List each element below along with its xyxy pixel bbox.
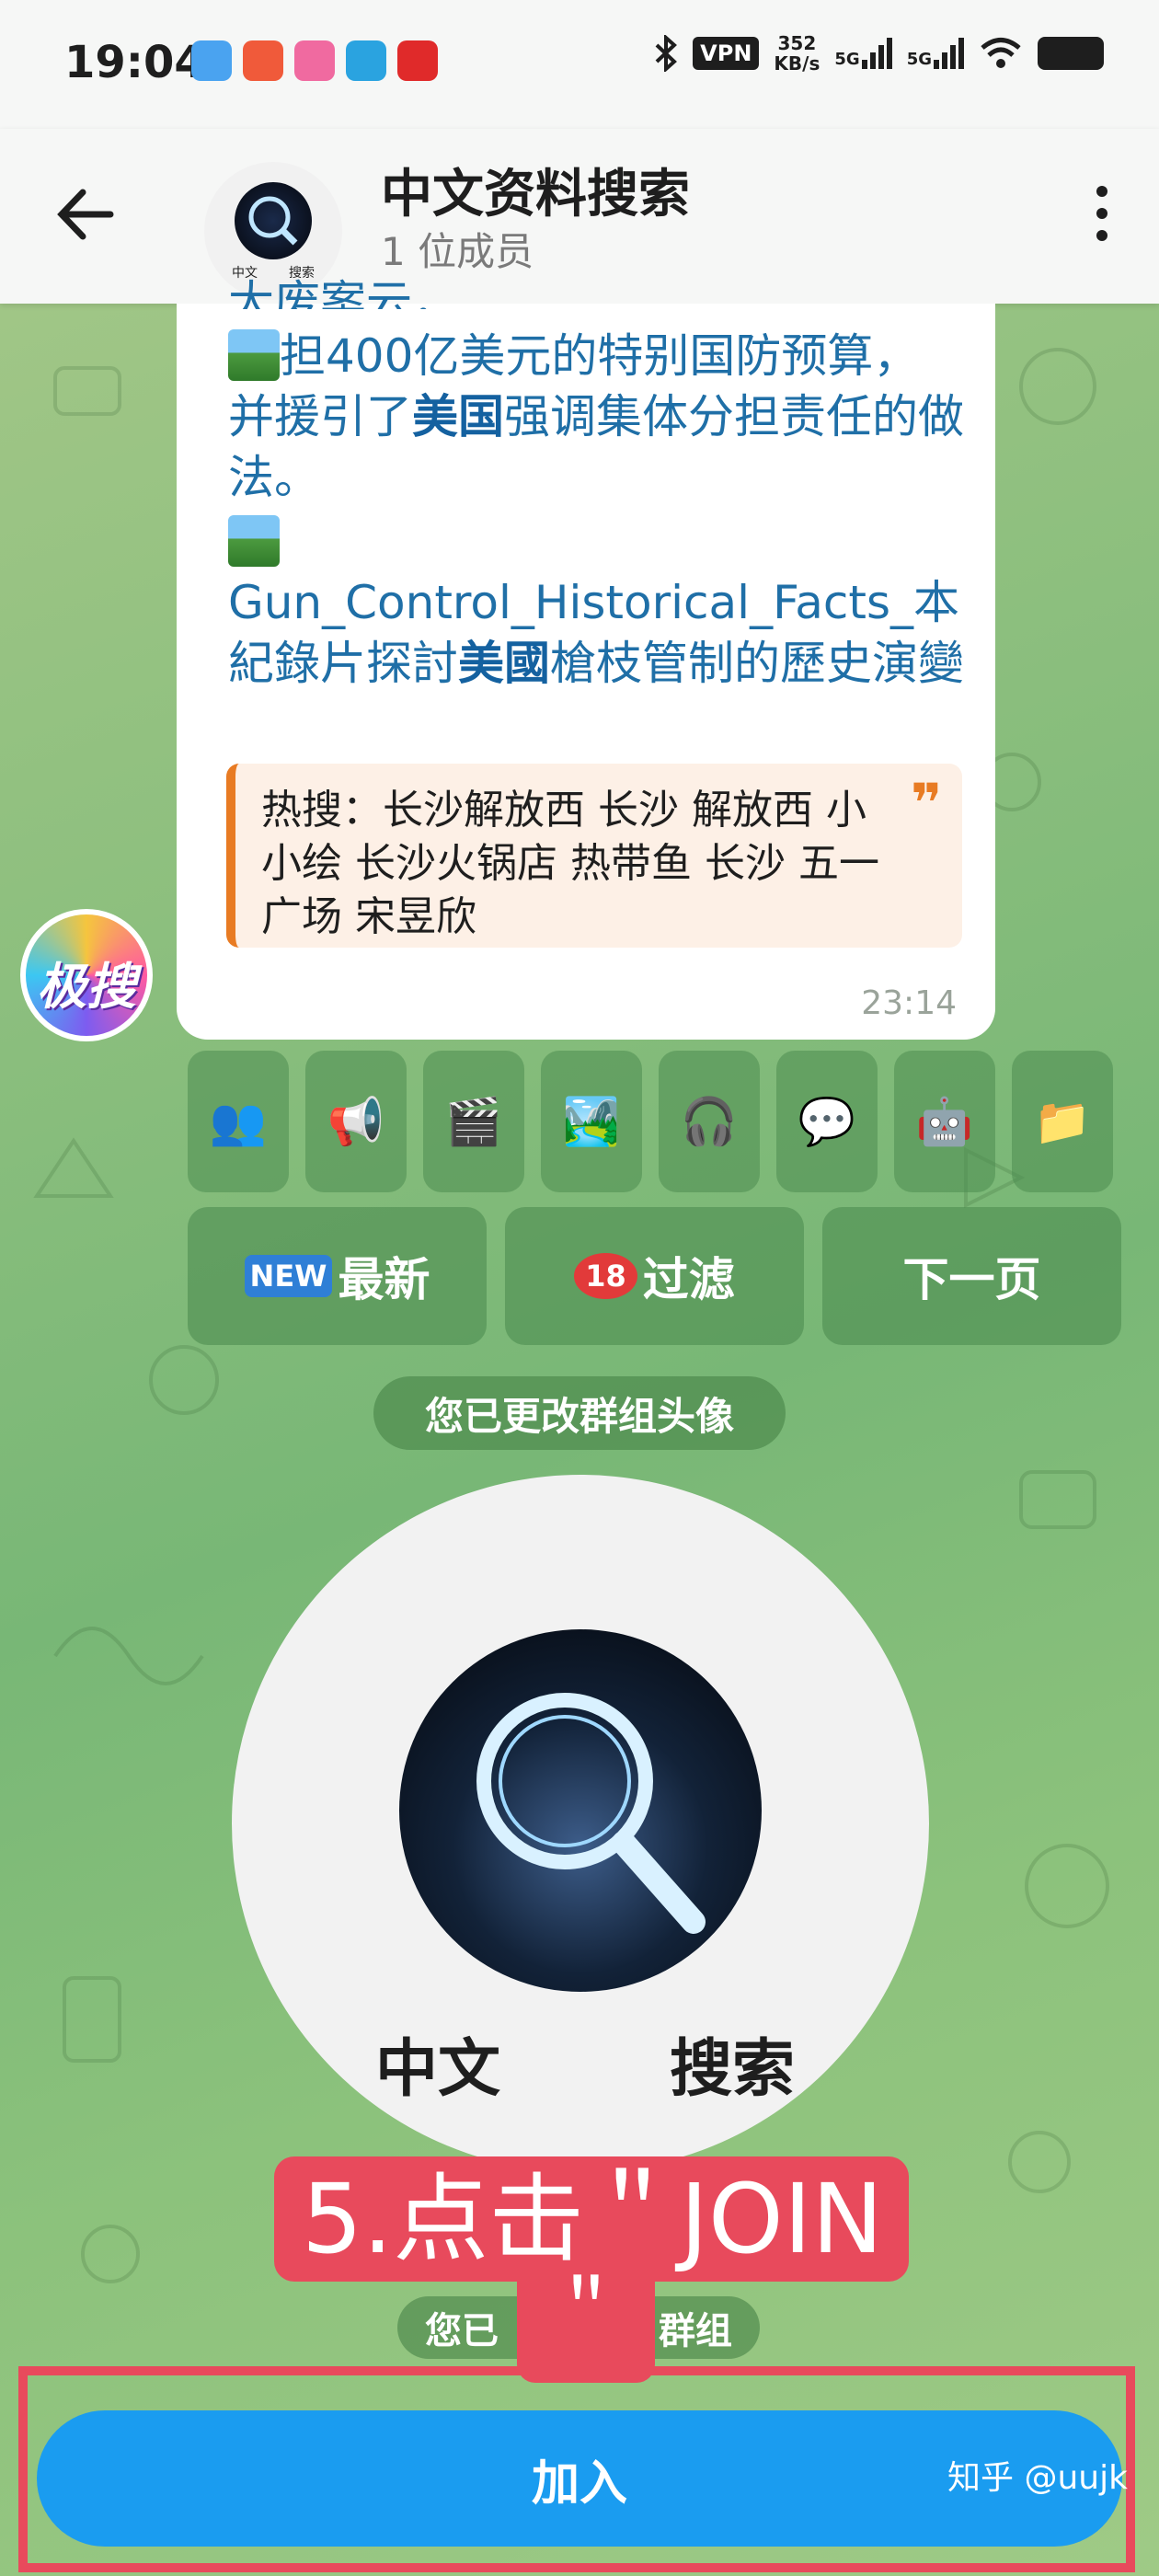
clipped-line: 大废案云， — [228, 276, 458, 309]
image-thumb-icon — [228, 329, 280, 381]
wifi-icon — [981, 38, 1021, 68]
more-menu-icon[interactable] — [1096, 186, 1107, 241]
chat-title[interactable]: 中文资料搜索 — [381, 153, 690, 227]
picture-icon[interactable]: 🏞️ — [541, 1051, 642, 1192]
folder-icon[interactable]: 📁 — [1012, 1051, 1113, 1192]
app-icon — [243, 40, 283, 81]
bilibili-icon — [294, 40, 335, 81]
system-indicators: VPN 352 KB/s 5G 5G — [654, 33, 1104, 74]
magnifier-icon — [399, 1629, 762, 1992]
inline-keyboard-row-2: NEW 最新 18 过滤 下一页 — [188, 1207, 1121, 1345]
latest-button[interactable]: NEW 最新 — [188, 1207, 487, 1345]
chat-bubble-icon[interactable]: 💬 — [776, 1051, 878, 1192]
result-link-2[interactable]: Gun_Control_Historical_Facts_本紀錄片探討美國槍枝管… — [228, 512, 964, 694]
bot-avatar[interactable]: 极搜 — [20, 909, 153, 1041]
quote-block: 热搜：长沙解放西 长沙 解放西 小小绘 长沙火锅店 热带鱼 长沙 五一广场 宋昱… — [226, 764, 962, 948]
users-icon[interactable]: 👥 — [188, 1051, 289, 1192]
result-link-1[interactable]: 担400亿美元的特别国防预算，并援引了美国强调集体分担责任的做法。 — [228, 326, 964, 508]
signal-1: 5G — [834, 38, 892, 69]
filter-button[interactable]: 18 过滤 — [505, 1207, 804, 1345]
magnifier-icon — [235, 182, 312, 259]
battery-icon — [1038, 37, 1104, 70]
app-icon — [397, 40, 438, 81]
megaphone-icon[interactable]: 📢 — [305, 1051, 407, 1192]
message-time: 23:14 — [861, 984, 957, 1022]
avatar-caption-right: 搜索 — [670, 2033, 796, 2106]
next-page-button[interactable]: 下一页 — [822, 1207, 1121, 1345]
new-group-avatar[interactable]: 中文 搜索 — [232, 1475, 929, 2172]
inline-keyboard-row-1: 👥 📢 🎬 🏞️ 🎧 💬 🤖 📁 — [188, 1051, 1113, 1192]
clapper-icon[interactable]: 🎬 — [423, 1051, 524, 1192]
no-under-18-icon: 18 — [574, 1253, 637, 1299]
member-count: 1 位成员 — [381, 229, 534, 274]
vpn-badge: VPN — [693, 37, 760, 70]
new-badge-icon: NEW — [244, 1255, 333, 1297]
signal-2: 5G — [907, 38, 964, 69]
image-thumb-icon — [228, 515, 280, 567]
avatar-caption-left: 中文 — [375, 2033, 501, 2106]
message-bubble: 大废案云， 担400亿美元的特别国防预算，并援引了美国强调集体分担责任的做法。 … — [177, 276, 995, 1040]
back-arrow-icon[interactable] — [57, 188, 114, 241]
signal-bars-icon — [861, 38, 892, 69]
status-time: 19:04 — [64, 37, 205, 88]
signal-bars-icon — [934, 38, 964, 69]
bluetooth-icon — [655, 35, 678, 72]
robot-icon[interactable]: 🤖 — [894, 1051, 995, 1192]
quote-icon: ❞ — [910, 772, 942, 834]
watermark: 知乎 @uujk — [947, 2459, 1128, 2497]
service-message-avatar-changed: 您已更改群组头像 — [373, 1376, 786, 1450]
headphones-icon[interactable]: 🎧 — [659, 1051, 760, 1192]
status-bar: 19:04 VPN 352 KB/s 5G 5G — [0, 0, 1159, 129]
network-speed: 352 KB/s — [774, 32, 820, 75]
app-icon — [191, 40, 232, 81]
tutorial-annotation: 5.点击＂JOIN — [274, 2156, 909, 2282]
notification-icons — [191, 40, 438, 81]
telegram-icon — [346, 40, 386, 81]
